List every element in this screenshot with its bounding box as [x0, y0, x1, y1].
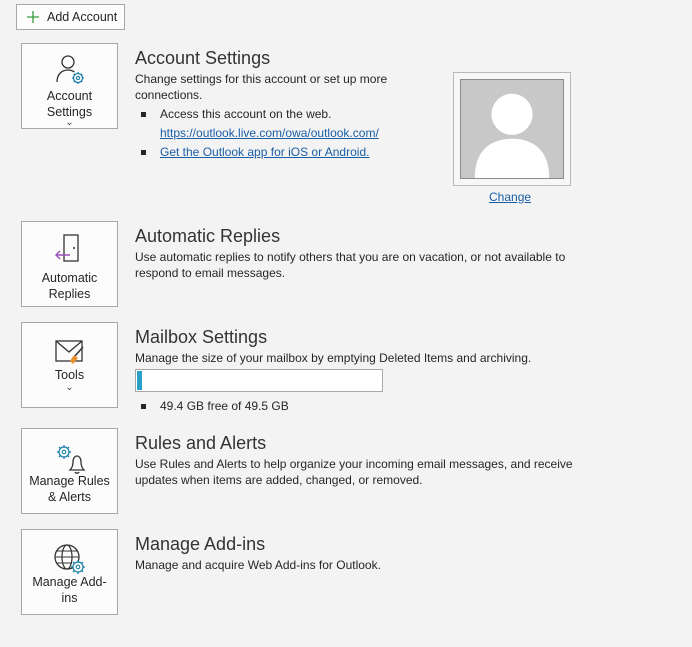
manage-addins-tile-label: Manage Add- ins	[32, 575, 107, 605]
mailbox-free-space: 49.4 GB free of 49.5 GB	[135, 398, 575, 414]
mailbox-usage-fill	[137, 371, 142, 390]
add-account-label: Add Account	[47, 10, 118, 24]
mailbox-brush-icon	[54, 340, 84, 364]
manage-addins-title: Manage Add-ins	[135, 534, 266, 554]
rules-alerts-section: Rules and Alerts Use Rules and Alerts to…	[135, 432, 575, 488]
globe-gear-icon	[53, 544, 85, 574]
account-settings-title: Account Settings	[135, 48, 271, 68]
automatic-replies-title: Automatic Replies	[135, 226, 281, 246]
change-photo-link[interactable]: Change	[489, 190, 531, 204]
app-link-item: Get the Outlook app for iOS or Android.	[135, 144, 435, 160]
web-access-bullet: Access this account on the web.	[135, 106, 435, 122]
tools-tile-label: Tools	[54, 368, 85, 382]
plus-icon	[27, 11, 39, 23]
rules-alerts-title: Rules and Alerts	[135, 433, 267, 453]
account-settings-section: Account Settings Change settings for thi…	[135, 47, 435, 160]
add-account-button[interactable]: Add Account	[16, 4, 125, 30]
mailbox-settings-section: Mailbox Settings Manage the size of your…	[135, 326, 575, 414]
person-silhouette-icon	[474, 93, 550, 178]
profile-photo-frame	[453, 72, 571, 186]
chevron-down-icon: ⌄	[65, 117, 74, 128]
manage-addins-section: Manage Add-ins Manage and acquire Web Ad…	[135, 533, 575, 573]
chevron-down-icon: ⌄	[65, 382, 74, 393]
person-gear-icon	[55, 55, 84, 84]
profile-photo	[460, 79, 564, 179]
account-settings-tile[interactable]: Account Settings ⌄	[21, 43, 118, 129]
account-info-page: Add Account Account Settings ⌄ Account S…	[0, 0, 692, 647]
manage-addins-tile[interactable]: Manage Add- ins	[21, 529, 118, 615]
automatic-replies-description: Use automatic replies to notify others t…	[135, 250, 566, 280]
automatic-replies-section: Automatic Replies Use automatic replies …	[135, 225, 575, 281]
web-access-text: Access this account on the web.	[160, 107, 332, 121]
mailbox-free-text: 49.4 GB free of 49.5 GB	[160, 399, 289, 413]
manage-rules-alerts-tile-label: Manage Rules & Alerts	[29, 474, 110, 504]
manage-rules-alerts-tile[interactable]: Manage Rules & Alerts	[21, 428, 118, 514]
mailbox-usage-bullets: 49.4 GB free of 49.5 GB	[135, 398, 575, 414]
door-arrow-icon	[54, 234, 79, 262]
account-settings-bullets: Access this account on the web. https://…	[135, 106, 435, 160]
tools-tile[interactable]: Tools ⌄	[21, 322, 118, 408]
gear-bell-icon	[56, 445, 86, 474]
rules-alerts-description: Use Rules and Alerts to help organize yo…	[135, 457, 573, 487]
mailbox-usage-bar	[135, 369, 383, 392]
automatic-replies-tile-label: Automatic Replies	[41, 271, 98, 301]
mailbox-settings-description: Manage the size of your mailbox by empty…	[135, 351, 532, 365]
mailbox-settings-title: Mailbox Settings	[135, 327, 268, 347]
web-link-item: https://outlook.live.com/owa/outlook.com…	[135, 125, 435, 141]
outlook-app-link[interactable]: Get the Outlook app for iOS or Android.	[160, 145, 369, 159]
account-settings-description: Change settings for this account or set …	[135, 72, 388, 102]
automatic-replies-tile[interactable]: Automatic Replies	[21, 221, 118, 307]
manage-addins-description: Manage and acquire Web Add-ins for Outlo…	[135, 558, 381, 572]
account-settings-tile-label: Account Settings	[46, 89, 93, 119]
outlook-web-link[interactable]: https://outlook.live.com/owa/outlook.com…	[160, 126, 379, 140]
